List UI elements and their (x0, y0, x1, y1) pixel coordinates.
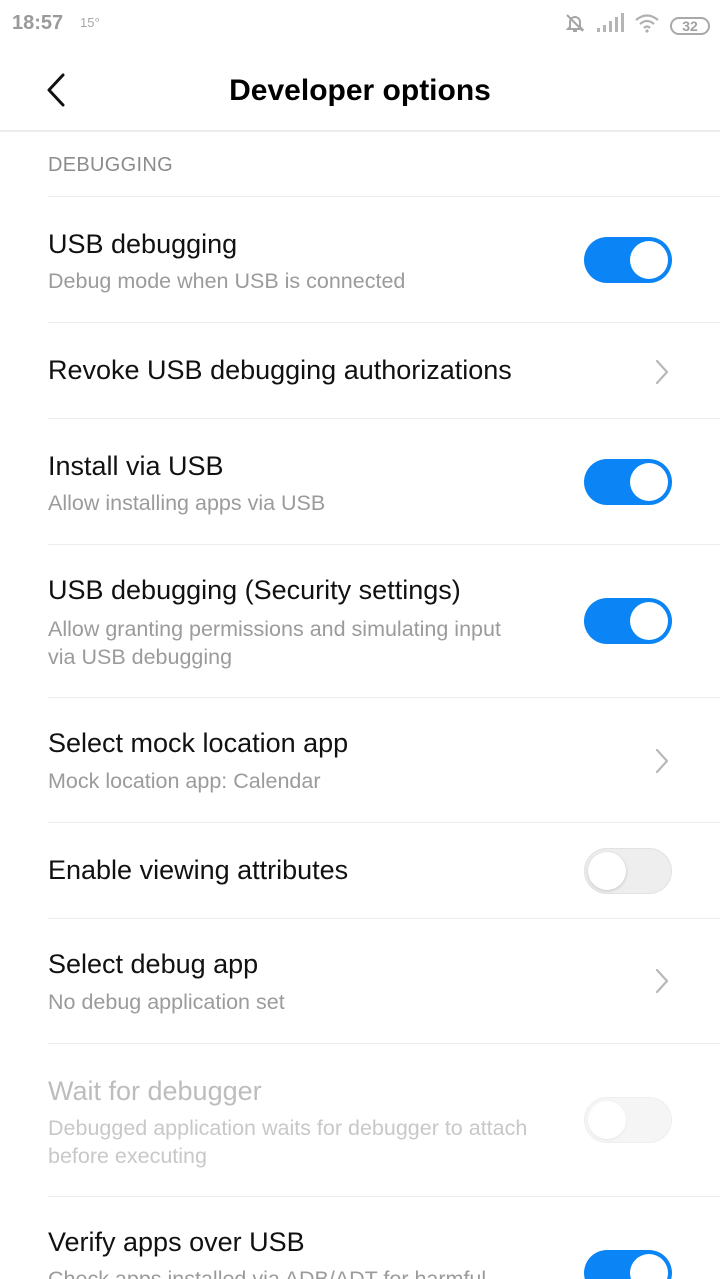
toggle-knob (630, 602, 668, 640)
toggle-knob (630, 241, 668, 279)
usb-debugging-toggle[interactable] (584, 237, 672, 283)
setting-subtitle: No debug application set (48, 990, 285, 1014)
wifi-icon (634, 13, 660, 38)
setting-row-usb-debugging-security[interactable]: USB debugging (Security settings) Allow … (48, 544, 720, 697)
status-time: 18:57 (12, 12, 64, 34)
setting-title: USB debugging (Security settings) (48, 575, 461, 605)
signal-icon (596, 13, 624, 38)
setting-subtitle: Debugged application waits for debugger … (48, 1116, 528, 1168)
status-bar: 18:57 15° 32 (0, 0, 720, 48)
setting-title: Select mock location app (48, 728, 349, 758)
bell-muted-icon (564, 12, 586, 39)
setting-row-mock-location-app[interactable]: Select mock location app Mock location a… (48, 697, 720, 822)
section-header-debugging: DEBUGGING (48, 154, 173, 176)
setting-subtitle: Mock location app: Calendar (48, 769, 321, 793)
setting-title: Verify apps over USB (48, 1227, 305, 1257)
setting-title: USB debugging (48, 229, 238, 259)
setting-title: Enable viewing attributes (48, 855, 349, 885)
setting-title: Wait for debugger (48, 1076, 262, 1106)
setting-row-enable-viewing-attributes[interactable]: Enable viewing attributes (48, 822, 720, 918)
battery-indicator: 32 (670, 16, 710, 35)
setting-title: Select debug app (48, 949, 259, 979)
setting-row-usb-debugging[interactable]: USB debugging Debug mode when USB is con… (48, 196, 720, 322)
developer-options-screen: 18:57 15° 32 Developer options DEBUGGING… (0, 0, 720, 1279)
setting-subtitle: Debug mode when USB is connected (48, 269, 406, 293)
setting-subtitle: Allow installing apps via USB (48, 491, 326, 515)
toggle-knob (630, 1254, 668, 1279)
setting-row-select-debug-app[interactable]: Select debug app No debug application se… (48, 918, 720, 1043)
usb-debugging-security-toggle[interactable] (584, 598, 672, 644)
setting-subtitle: Allow granting permissions and simulatin… (48, 617, 501, 669)
setting-row-wait-for-debugger: Wait for debugger Debugged application w… (48, 1043, 720, 1196)
status-icons: 32 (564, 12, 710, 39)
setting-subtitle: Check apps installed via ADB/ADT for har… (48, 1267, 487, 1279)
chevron-right-icon (655, 968, 669, 994)
setting-row-verify-apps-over-usb[interactable]: Verify apps over USB Check apps installe… (48, 1196, 720, 1279)
app-bar: Developer options (0, 48, 720, 132)
setting-title: Revoke USB debugging authorizations (48, 355, 512, 385)
chevron-right-icon (655, 359, 669, 385)
page-title: Developer options (229, 74, 491, 107)
wait-for-debugger-toggle (584, 1097, 672, 1143)
setting-row-revoke-usb-authorizations[interactable]: Revoke USB debugging authorizations (48, 322, 720, 418)
install-via-usb-toggle[interactable] (584, 459, 672, 505)
toggle-knob (630, 463, 668, 501)
chevron-right-icon (655, 748, 669, 774)
status-temperature: 15° (80, 15, 100, 30)
verify-apps-over-usb-toggle[interactable] (584, 1250, 672, 1279)
setting-row-install-via-usb[interactable]: Install via USB Allow installing apps vi… (48, 418, 720, 544)
setting-title: Install via USB (48, 451, 224, 481)
toggle-knob (588, 1100, 626, 1139)
enable-viewing-attributes-toggle[interactable] (584, 848, 672, 894)
toggle-knob (588, 851, 626, 890)
